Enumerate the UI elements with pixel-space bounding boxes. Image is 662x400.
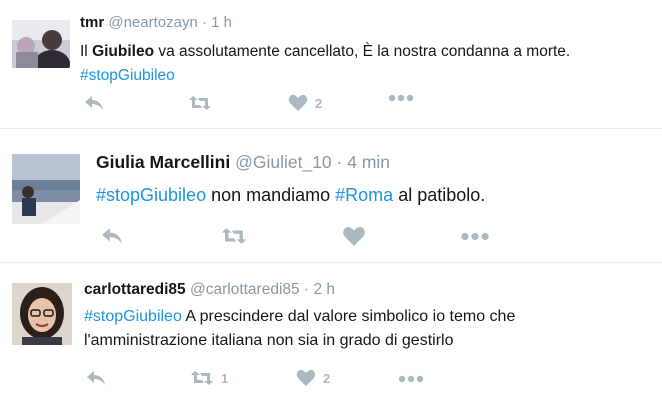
tweet-text: #stopGiubileo non mandiamo #Roma al pati…: [96, 185, 486, 205]
reply-button[interactable]: [100, 226, 124, 246]
like-button[interactable]: 2: [296, 369, 330, 387]
user-name[interactable]: tmr: [80, 14, 104, 31]
hashtag-link[interactable]: #stopGiubileo: [96, 185, 206, 205]
tweet-1: tmr @neartozayn · 1 h Il Giubileo va ass…: [0, 0, 662, 120]
reply-button[interactable]: [86, 369, 106, 387]
separator: ·: [303, 281, 310, 298]
user-name[interactable]: carlottaredi85: [84, 281, 186, 298]
tweet-actions: 2: [84, 94, 424, 118]
retweet-button[interactable]: [188, 94, 212, 112]
tweet-text: Il Giubileo va assolutamente cancellato,…: [80, 43, 571, 84]
tweet-text: #stopGiubileo A prescindere dal valore s…: [84, 308, 516, 349]
retweet-button[interactable]: 1: [190, 369, 228, 387]
reply-icon: [87, 371, 105, 385]
user-name[interactable]: Giulia Marcellini: [96, 152, 230, 172]
retweet-icon: [189, 96, 211, 110]
like-icon: [296, 369, 316, 386]
more-icon: [398, 375, 424, 383]
tweet-2: Giulia Marcellini @Giuliet_10 · 4 min #s…: [0, 130, 662, 258]
hashtag-link[interactable]: #Roma: [335, 185, 393, 205]
more-icon: [388, 94, 414, 102]
like-count: 2: [315, 95, 323, 111]
user-handle[interactable]: @neartozayn: [108, 14, 197, 31]
hashtag-link[interactable]: #stopGiubileo: [84, 308, 182, 325]
timestamp[interactable]: 4 min: [347, 152, 390, 172]
more-button[interactable]: [460, 232, 490, 241]
separator: ·: [336, 152, 343, 172]
separator: ·: [201, 14, 207, 31]
more-icon: [461, 232, 489, 241]
retweet-icon: [191, 371, 213, 385]
like-icon: [343, 227, 365, 246]
hashtag-link[interactable]: #stopGiubileo: [80, 67, 175, 84]
tweet-header: tmr @neartozayn · 1 h: [80, 14, 232, 31]
retweet-button[interactable]: [220, 226, 248, 246]
timestamp[interactable]: 1 h: [211, 14, 232, 31]
more-button[interactable]: [398, 375, 424, 383]
reply-icon: [102, 228, 122, 244]
user-handle[interactable]: @carlottaredi85: [190, 281, 300, 298]
avatar[interactable]: [12, 283, 72, 345]
tweet-3: carlottaredi85 @carlottaredi85 · 2 h #st…: [0, 263, 662, 400]
like-count: 2: [323, 370, 331, 386]
retweet-count: 1: [221, 370, 229, 386]
like-icon: [288, 94, 308, 111]
tweet-actions: 1 2: [86, 369, 426, 393]
more-button[interactable]: [388, 94, 414, 102]
reply-button[interactable]: [84, 94, 104, 112]
user-handle[interactable]: @Giuliet_10: [235, 152, 332, 172]
timestamp[interactable]: 2 h: [313, 281, 335, 298]
avatar[interactable]: [12, 154, 80, 224]
reply-icon: [85, 96, 103, 110]
tweet-actions: [100, 226, 490, 250]
tweet-header: carlottaredi85 @carlottaredi85 · 2 h: [84, 281, 335, 299]
like-button[interactable]: [342, 226, 366, 247]
bold-word: Giubileo: [92, 43, 155, 60]
avatar[interactable]: [12, 20, 70, 68]
divider: [0, 128, 662, 129]
like-button[interactable]: 2: [288, 94, 322, 112]
tweet-header: Giulia Marcellini @Giuliet_10 · 4 min: [96, 152, 390, 173]
retweet-icon: [221, 228, 247, 244]
